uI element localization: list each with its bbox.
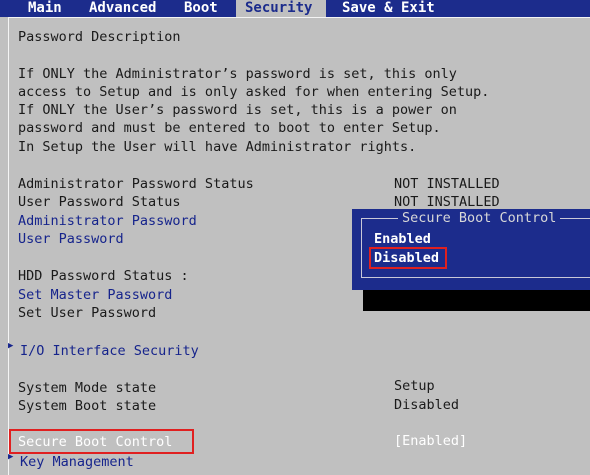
system-mode-value: Setup (394, 378, 435, 394)
description-line-5: In Setup the User will have Administrato… (18, 139, 417, 155)
admin-password-status-label: Administrator Password Status (18, 176, 254, 192)
set-master-password-item[interactable]: Set Master Password (18, 287, 172, 303)
secure-boot-control-item[interactable]: Secure Boot Control (18, 434, 172, 450)
tab-advanced[interactable]: Advanced (85, 0, 160, 17)
popup-option-disabled[interactable]: Disabled (374, 250, 439, 266)
description-line-1: If ONLY the Administrator’s password is … (18, 66, 457, 82)
description-line-4: password and must be entered to boot to … (18, 120, 441, 136)
tab-save-exit[interactable]: Save & Exit (338, 0, 439, 17)
popup-option-enabled[interactable]: Enabled (374, 231, 431, 247)
user-password-status-value: NOT INSTALLED (394, 194, 500, 210)
description-heading: Password Description (18, 29, 181, 45)
admin-password-status-value: NOT INSTALLED (394, 176, 500, 192)
user-password-item[interactable]: User Password (18, 231, 124, 247)
submenu-arrow-icon: ▶ (8, 452, 14, 462)
user-password-status-label: User Password Status (18, 194, 181, 210)
popup-shadow (363, 290, 590, 311)
description-line-2: access to Setup and is only asked for wh… (18, 84, 490, 100)
key-management-item[interactable]: Key Management (20, 454, 134, 470)
description-line-3: If ONLY the User’s password is set, this… (18, 102, 457, 118)
menu-bar: Main Advanced Boot Security Save & Exit (0, 0, 590, 17)
tab-security[interactable]: Security (236, 0, 326, 17)
tab-boot[interactable]: Boot (180, 0, 222, 17)
tab-main[interactable]: Main (24, 0, 66, 17)
system-mode-label: System Mode state (18, 380, 157, 396)
set-user-password-item: Set User Password (18, 305, 157, 321)
secure-boot-control-value[interactable]: [Enabled] (394, 433, 467, 449)
popup-title: Secure Boot Control (398, 209, 561, 227)
submenu-arrow-icon: ▶ (8, 341, 14, 351)
administrator-password-item[interactable]: Administrator Password (18, 213, 197, 229)
io-interface-security-item[interactable]: I/O Interface Security (20, 343, 199, 359)
system-boot-value: Disabled (394, 397, 460, 413)
system-boot-label: System Boot state (18, 398, 157, 414)
hdd-password-status-label: HDD Password Status : (18, 268, 189, 284)
